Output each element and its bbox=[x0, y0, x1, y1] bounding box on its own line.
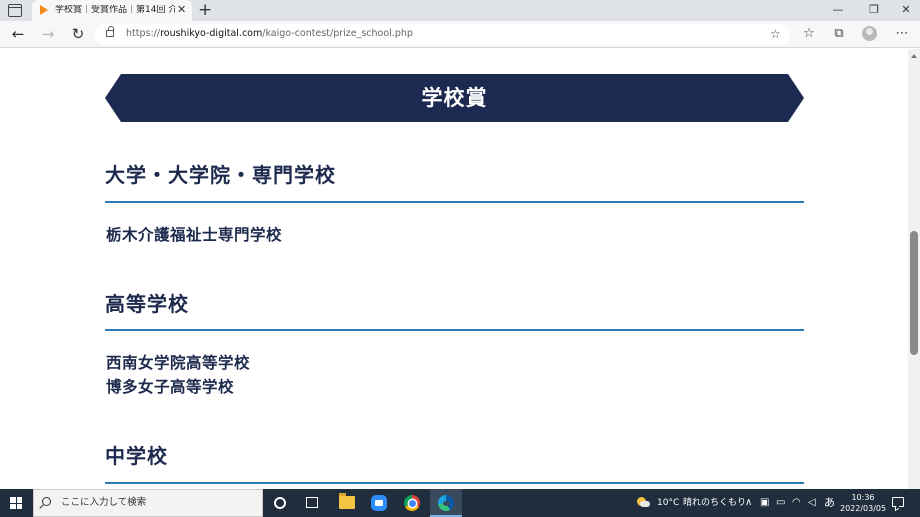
minimize-icon[interactable]: — bbox=[828, 2, 848, 18]
chrome-icon[interactable] bbox=[404, 495, 420, 511]
favorites-icon[interactable]: ☆ bbox=[800, 25, 818, 43]
school-name: 西南女学院高等学校 bbox=[106, 354, 251, 372]
url-text[interactable]: https://roushikyo-digital.com/kaigo-cont… bbox=[126, 28, 413, 40]
clock-time: 10:36 bbox=[851, 493, 875, 502]
add-favorite-icon[interactable]: ☆ bbox=[770, 26, 781, 42]
collections-icon[interactable]: ⧉ bbox=[830, 25, 848, 43]
restore-icon[interactable]: ❐ bbox=[864, 2, 884, 18]
weather-temperature[interactable]: 10°C bbox=[657, 497, 679, 509]
scroll-up-arrow-icon[interactable] bbox=[911, 54, 917, 58]
windows-start-icon[interactable] bbox=[10, 497, 22, 509]
url-path: /kaigo-contest/prize_school.php bbox=[262, 28, 413, 39]
section-heading-high-school: 高等学校 bbox=[105, 292, 189, 316]
search-placeholder: ここに入力して検索 bbox=[61, 497, 147, 508]
ime-mode-indicator[interactable]: あ bbox=[824, 496, 835, 510]
cortana-icon[interactable] bbox=[274, 497, 286, 509]
search-icon bbox=[42, 497, 51, 506]
show-hidden-icons-icon[interactable]: ∧ bbox=[745, 496, 752, 510]
tab-strip: 学校賞｜受賞作品｜第14回 介護 ✕ + — ❐ ✕ bbox=[0, 0, 920, 21]
scroll-thumb[interactable] bbox=[910, 231, 918, 355]
new-tab-icon[interactable]: + bbox=[198, 0, 212, 20]
task-view-icon[interactable] bbox=[306, 497, 318, 508]
lock-icon[interactable] bbox=[106, 26, 114, 37]
tab-active[interactable]: 学校賞｜受賞作品｜第14回 介護 ✕ bbox=[32, 0, 192, 21]
section-divider bbox=[105, 482, 804, 484]
network-icon[interactable]: ◠ bbox=[792, 496, 801, 510]
back-icon[interactable]: ← bbox=[9, 25, 27, 43]
school-name: 栃木介護福祉士専門学校 bbox=[106, 226, 283, 244]
more-menu-icon[interactable]: ⋯ bbox=[893, 25, 911, 43]
forward-icon[interactable]: → bbox=[39, 25, 57, 43]
browser-toolbar: ← → ↻ https://roushikyo-digital.com/kaig… bbox=[0, 21, 920, 48]
page-viewport: 学校賞 大学・大学院・専門学校 栃木介護福祉士専門学校 高等学校 西南女学院高等… bbox=[0, 49, 908, 489]
profile-avatar[interactable] bbox=[862, 26, 877, 41]
tab-actions-menu-icon[interactable] bbox=[8, 4, 22, 17]
school-award-banner: 学校賞 bbox=[105, 74, 804, 122]
device-icon[interactable]: ▣ bbox=[760, 496, 769, 510]
taskbar-edge-active[interactable] bbox=[430, 489, 462, 517]
refresh-icon[interactable]: ↻ bbox=[69, 25, 87, 43]
volume-icon[interactable]: ◁ bbox=[808, 496, 816, 510]
clock[interactable]: 10:36 2022/03/05 bbox=[840, 492, 886, 514]
taskbar: ここに入力して検索 10°C 晴れのちくもり ∧ ▣ ▭ ◠ ◁ あ 10:36… bbox=[0, 489, 920, 517]
section-heading-university: 大学・大学院・専門学校 bbox=[105, 163, 336, 187]
address-bar[interactable]: https://roushikyo-digital.com/kaigo-cont… bbox=[94, 24, 790, 45]
edge-icon[interactable] bbox=[438, 495, 454, 511]
vertical-scrollbar[interactable] bbox=[908, 49, 920, 489]
file-explorer-icon[interactable] bbox=[339, 493, 355, 509]
zoom-app-icon[interactable] bbox=[371, 495, 387, 511]
section-heading-junior-high: 中学校 bbox=[105, 444, 168, 468]
tab-close-icon[interactable]: ✕ bbox=[177, 3, 186, 17]
close-window-icon[interactable]: ✕ bbox=[896, 2, 916, 18]
weather-description[interactable]: 晴れのちくもり bbox=[683, 497, 746, 509]
notifications-icon[interactable] bbox=[892, 497, 904, 507]
url-host: roushikyo-digital.com bbox=[160, 28, 263, 39]
battery-icon[interactable]: ▭ bbox=[776, 496, 785, 510]
taskbar-search-input[interactable]: ここに入力して検索 bbox=[33, 489, 263, 517]
banner-title: 学校賞 bbox=[421, 86, 488, 110]
weather-icon[interactable] bbox=[637, 497, 650, 508]
url-prefix: https:// bbox=[126, 28, 161, 39]
school-name: 博多女子高等学校 bbox=[106, 378, 235, 396]
site-favicon-icon bbox=[40, 5, 48, 15]
section-divider bbox=[105, 329, 804, 331]
section-divider bbox=[105, 201, 804, 203]
tab-title: 学校賞｜受賞作品｜第14回 介護 bbox=[55, 5, 175, 15]
clock-date: 2022/03/05 bbox=[840, 504, 887, 513]
